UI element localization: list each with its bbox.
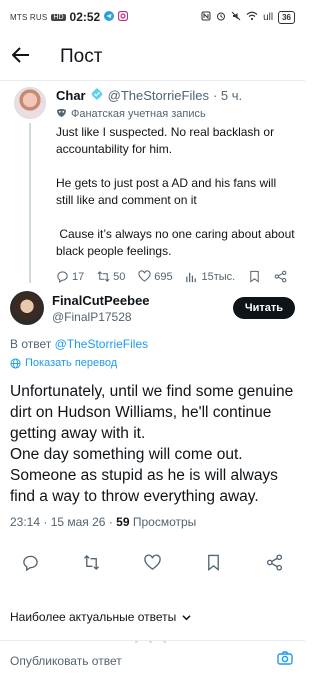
- top-bar: Пост: [0, 34, 305, 80]
- thread-connector-line: [29, 123, 31, 283]
- parent-avatar-column: [10, 87, 50, 283]
- battery-indicator: 36: [278, 10, 295, 24]
- status-left: MTS RUS HD 02:52: [10, 10, 129, 24]
- clock: 02:52: [69, 10, 101, 24]
- like-action[interactable]: 695: [138, 270, 173, 283]
- show-translation-label[interactable]: Показать перевод: [25, 357, 117, 369]
- parent-tweet[interactable]: Char @TheStorrieFiles · 5 ч. Фанатская у…: [0, 81, 305, 283]
- retweet-count: 50: [113, 270, 126, 283]
- reply-icon: [57, 271, 68, 283]
- retweet-icon[interactable]: [83, 554, 100, 576]
- timestamp: 23:14 · 15 мая 26 ·: [10, 515, 117, 529]
- author-handle[interactable]: @FinalP17528: [52, 310, 233, 324]
- mute-icon: [231, 11, 241, 24]
- share-icon[interactable]: [266, 554, 283, 576]
- reply-input[interactable]: Опубликовать ответ: [10, 654, 122, 668]
- heart-icon: [138, 270, 151, 282]
- main-action-bar: [0, 551, 305, 579]
- retweet-action[interactable]: 50: [97, 270, 125, 283]
- parent-tweet-body: Char @TheStorrieFiles · 5 ч. Фанатская у…: [50, 87, 295, 283]
- status-bar: MTS RUS HD 02:52 ull 36: [0, 0, 305, 34]
- retweet-icon: [97, 271, 110, 282]
- show-translation-link[interactable]: Показать перевод: [10, 357, 295, 369]
- views-count: 15тыс.: [201, 270, 236, 283]
- chevron-down-icon: [182, 614, 191, 620]
- follow-button[interactable]: Читать: [232, 297, 295, 319]
- reply-icon[interactable]: [22, 554, 39, 576]
- nfc-icon: [201, 11, 211, 24]
- parent-author-row: Char @TheStorrieFiles · 5 ч.: [56, 87, 295, 104]
- mask-icon: [56, 107, 67, 121]
- avatar[interactable]: [14, 87, 46, 119]
- telegram-icon: [104, 10, 115, 24]
- share-icon: [274, 270, 287, 283]
- author-name[interactable]: Char: [56, 88, 86, 103]
- main-author-info: FinalCutPeebee @FinalP17528: [52, 293, 233, 324]
- main-author-row: FinalCutPeebee @FinalP17528 Читать: [10, 291, 295, 325]
- instagram-icon: [118, 10, 129, 24]
- views-label: Просмотры: [129, 515, 197, 529]
- share-action[interactable]: [274, 270, 287, 283]
- replies-sort-label[interactable]: Наиболее актуальные ответы: [10, 610, 176, 624]
- views-action[interactable]: 15тыс.: [185, 270, 235, 283]
- author-name[interactable]: FinalCutPeebee: [52, 293, 233, 308]
- carrier-label: MTS RUS: [10, 12, 48, 22]
- globe-icon: [10, 357, 21, 369]
- parent-tweet-text: Just like I suspected. No real backlash …: [56, 125, 295, 258]
- account-label-row: Фанатская учетная запись: [56, 107, 295, 121]
- reply-to-prefix: В ответ: [10, 337, 55, 351]
- replies-sort-dropdown[interactable]: Наиболее актуальные ответы: [0, 579, 305, 631]
- reply-to-handle-link[interactable]: @TheStorrieFiles: [55, 337, 149, 351]
- tweet-meta: 23:14 · 15 мая 26 · 59 Просмотры: [10, 515, 295, 529]
- fan-account-label: Фанатская учетная запись: [71, 108, 206, 120]
- reply-count: 17: [72, 270, 85, 283]
- status-right: ull 36: [201, 10, 295, 24]
- tweet-age: · 5 ч.: [212, 88, 243, 103]
- reply-action[interactable]: 17: [56, 270, 84, 283]
- page-title: Пост: [60, 46, 103, 67]
- wifi-icon: [246, 11, 258, 24]
- verified-badge-icon: [90, 87, 104, 104]
- alarm-icon: [216, 11, 226, 24]
- reply-to-line: В ответ @TheStorrieFiles: [10, 337, 295, 351]
- signal-icon: ull: [263, 11, 274, 23]
- like-count: 695: [154, 270, 173, 283]
- author-handle[interactable]: @TheStorrieFiles: [108, 88, 209, 103]
- bookmark-action[interactable]: [248, 270, 261, 283]
- heart-icon[interactable]: [144, 554, 161, 576]
- bookmark-icon: [250, 270, 259, 283]
- main-tweet-text: Unfortunately, until we find some genuin…: [10, 383, 294, 505]
- compose-reply-bar[interactable]: Опубликовать ответ: [0, 640, 305, 680]
- parent-action-bar: 17 50 695 15тыс.: [56, 270, 295, 283]
- analytics-icon: [186, 272, 197, 283]
- main-tweet: FinalCutPeebee @FinalP17528 Читать В отв…: [0, 283, 305, 529]
- bookmark-icon[interactable]: [205, 554, 222, 576]
- camera-icon[interactable]: [277, 650, 293, 671]
- views-number: 59: [116, 515, 130, 529]
- hd-badge: HD: [51, 13, 66, 21]
- back-arrow-icon[interactable]: [11, 46, 38, 69]
- avatar[interactable]: [10, 291, 44, 325]
